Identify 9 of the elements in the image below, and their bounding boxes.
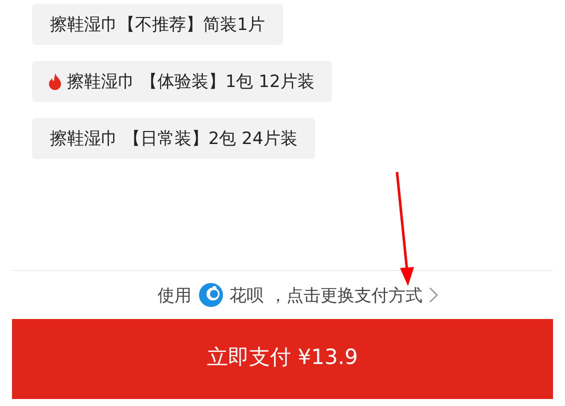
- payment-prefix: 使用: [158, 284, 192, 306]
- wallet-logo-icon: [198, 282, 224, 308]
- pay-now-button[interactable]: 立即支付 ¥13.9: [12, 319, 553, 399]
- payment-hint[interactable]: ，点击更换支付方式: [270, 284, 422, 306]
- option-chip[interactable]: 擦鞋湿巾 【日常装】2包 24片装: [32, 118, 316, 159]
- option-chip[interactable]: 擦鞋湿巾 【体验装】1包 12片装: [32, 61, 332, 102]
- option-chip[interactable]: 擦鞋湿巾【不推荐】简装1片: [32, 4, 283, 45]
- chevron-right-icon[interactable]: [428, 287, 438, 303]
- payment-method[interactable]: 花呗: [230, 284, 264, 306]
